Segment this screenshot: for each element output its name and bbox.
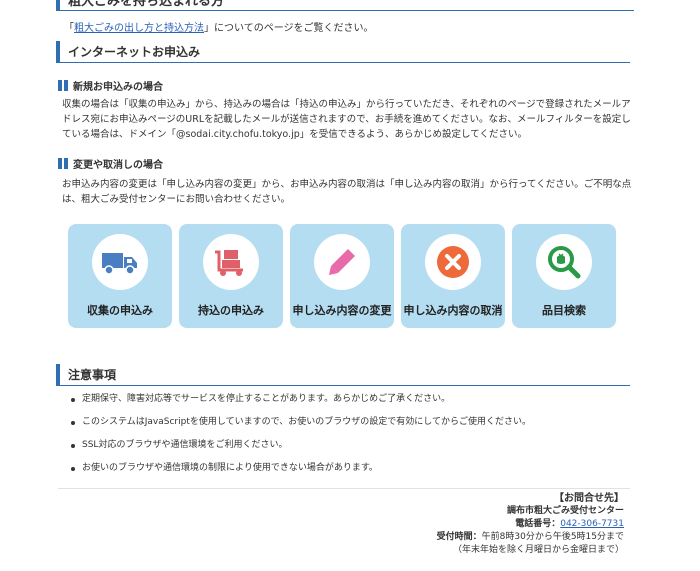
change-cancel-text: お申込み内容の変更は「申し込み内容の変更」から、お申込み内容の取消は「申し込み内… (62, 179, 632, 205)
truck-icon (102, 253, 137, 275)
internet-section-heading: インターネットお申込み (56, 41, 630, 63)
pencil-icon (329, 249, 355, 275)
cancel-application-button[interactable]: 申し込み内容の取消 (401, 224, 505, 328)
top-section-heading: 粗大ごみを持ち込まれる方 (56, 0, 634, 11)
action-tiles: 収集の申込み 持込の申込み 申し込み内容の変更 申し込み内容の取消 品目検索 (68, 224, 616, 328)
change-application-button[interactable]: 申し込み内容の変更 (290, 224, 394, 328)
contact-info: 【お問合せ先】 調布市粗大ごみ受付センター 電話番号：042-306-7731 … (436, 493, 624, 555)
new-application-text: 収集の場合は「収集の申込み」から、持込みの場合は「持込の申込み」から行っていただ… (62, 99, 631, 140)
list-item: 定期保守、障害対応等でサービスを停止することがあります。あらかじめご了承ください… (71, 394, 531, 405)
phone-link[interactable]: 042-306-7731 (560, 519, 624, 529)
search-bag-icon (548, 246, 581, 279)
divider (58, 488, 630, 489)
drop-off-application-button[interactable]: 持込の申込み (179, 224, 283, 328)
list-item: SSL対応のブラウザや通信環境をご利用ください。 (71, 440, 531, 451)
list-item: お使いのブラウザや通信環境の制限により使用できない場合があります。 (71, 463, 531, 474)
item-search-button[interactable]: 品目検索 (512, 224, 616, 328)
intro-text: 「粗大ごみの出し方と持込方法」についてのページをご覧ください。 (64, 23, 374, 34)
new-application-heading: 新規お申込みの場合 (58, 78, 163, 93)
cart-icon (215, 250, 243, 276)
collection-application-button[interactable]: 収集の申込み (68, 224, 172, 328)
disposal-method-link[interactable]: 粗大ごみの出し方と持込方法 (74, 23, 204, 34)
change-cancel-heading: 変更や取消しの場合 (58, 156, 163, 171)
cross-icon (437, 246, 469, 278)
notes-list: 定期保守、障害対応等でサービスを停止することがあります。あらかじめご了承ください… (71, 394, 531, 486)
list-item: このシステムはJavaScriptを使用していますので、お使いのブラウザの設定で… (71, 417, 531, 427)
notes-section-heading: 注意事項 (56, 364, 630, 386)
